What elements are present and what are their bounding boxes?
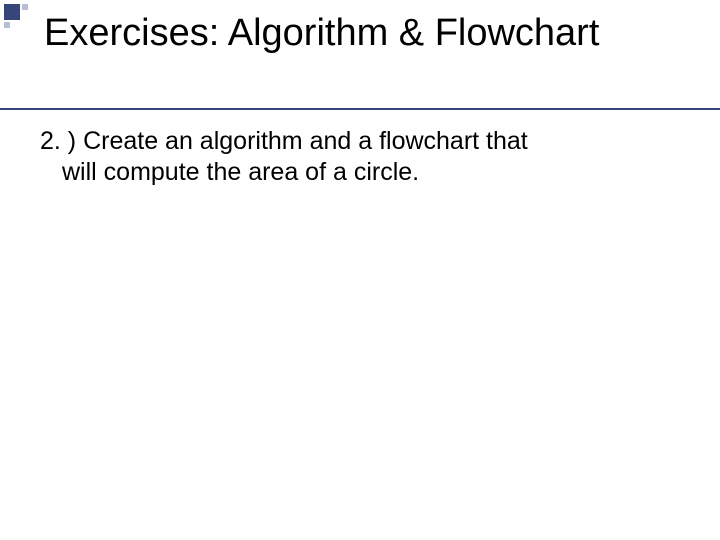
bullet-square-large bbox=[4, 4, 20, 20]
title-underline bbox=[0, 108, 720, 110]
body-line-2: will compute the area of a circle. bbox=[40, 157, 660, 188]
slide-title: Exercises: Algorithm & Flowchart bbox=[44, 12, 700, 56]
bullet-square-small-top bbox=[22, 4, 28, 10]
slide-body: 2. ) Create an algorithm and a flowchart… bbox=[40, 126, 660, 189]
bullet-square-small-left bbox=[4, 22, 10, 28]
body-line-1: 2. ) Create an algorithm and a flowchart… bbox=[40, 127, 528, 155]
slide-bullet-decor bbox=[0, 0, 36, 36]
